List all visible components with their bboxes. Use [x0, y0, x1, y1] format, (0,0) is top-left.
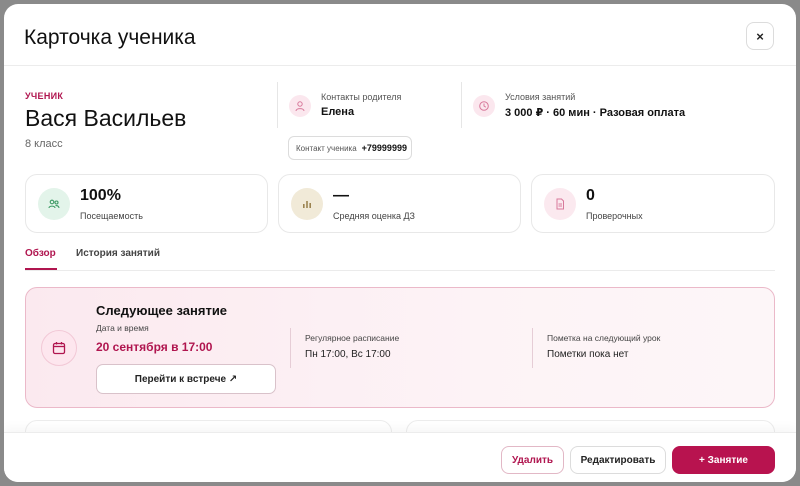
lesson-terms-value: 3 000 ₽ · 60 мин · Разовая оплата	[505, 107, 686, 119]
calendar-icon	[41, 330, 77, 366]
student-card-modal: Карточка ученика × УЧЕНИК Вася Васильев …	[4, 4, 796, 482]
student-name: Вася Васильев	[25, 105, 187, 131]
stat-card-tests: 0 Проверочных	[531, 174, 775, 233]
student-contact-value: +79999999	[361, 143, 407, 153]
stat-label: Посещаемость	[80, 211, 143, 221]
schedule-value: Пн 17:00, Вс 17:00	[305, 349, 391, 360]
stat-card-homework-grade: — Средняя оценка ДЗ	[278, 174, 521, 233]
tab-overview[interactable]: Обзор	[25, 248, 56, 259]
datetime-label: Дата и время	[96, 323, 149, 333]
divider	[461, 82, 462, 128]
divider	[532, 328, 533, 368]
schedule-label: Регулярное расписание	[305, 333, 400, 343]
modal-title: Карточка ученика	[24, 26, 196, 49]
student-contact-chip[interactable]: Контакт ученика +79999999	[288, 136, 412, 160]
tab-lesson-history[interactable]: История занятий	[76, 248, 160, 259]
stat-card-attendance: 100% Посещаемость	[25, 174, 268, 233]
delete-button[interactable]: Удалить	[501, 446, 564, 474]
parent-contacts-label: Контакты родителя	[321, 92, 402, 102]
student-grade: 8 класс	[25, 138, 63, 150]
document-icon	[544, 188, 576, 220]
tabs-divider	[25, 270, 775, 271]
note-value: Пометки пока нет	[547, 349, 629, 360]
datetime-value: 20 сентября в 17:00	[96, 340, 213, 354]
modal-header: Карточка ученика ×	[4, 4, 796, 66]
note-label: Пометка на следующий урок	[547, 333, 661, 343]
student-contact-label: Контакт ученика	[296, 143, 357, 153]
stat-label: Проверочных	[586, 211, 643, 221]
stat-label: Средняя оценка ДЗ	[333, 211, 415, 221]
stat-value: —	[333, 187, 349, 204]
next-lesson-card: Следующее занятие Дата и время 20 сентяб…	[25, 287, 775, 408]
add-lesson-button[interactable]: + Занятие	[672, 446, 775, 474]
student-eyebrow: УЧЕНИК	[25, 91, 64, 101]
divider	[290, 328, 291, 368]
person-icon	[289, 95, 311, 117]
next-lesson-title: Следующее занятие	[96, 303, 228, 318]
close-button[interactable]: ×	[746, 22, 774, 50]
bar-chart-icon	[291, 188, 323, 220]
users-icon	[38, 188, 70, 220]
stat-value: 0	[586, 187, 595, 204]
join-meeting-button[interactable]: Перейти к встрече ↗	[96, 364, 276, 394]
stat-value: 100%	[80, 187, 121, 204]
parent-contacts-value: Елена	[321, 106, 355, 118]
modal-footer: Удалить Редактировать + Занятие	[4, 432, 796, 482]
lesson-terms-label: Условия занятий	[505, 92, 576, 102]
clock-icon	[473, 95, 495, 117]
edit-button[interactable]: Редактировать	[570, 446, 666, 474]
divider	[277, 82, 278, 128]
